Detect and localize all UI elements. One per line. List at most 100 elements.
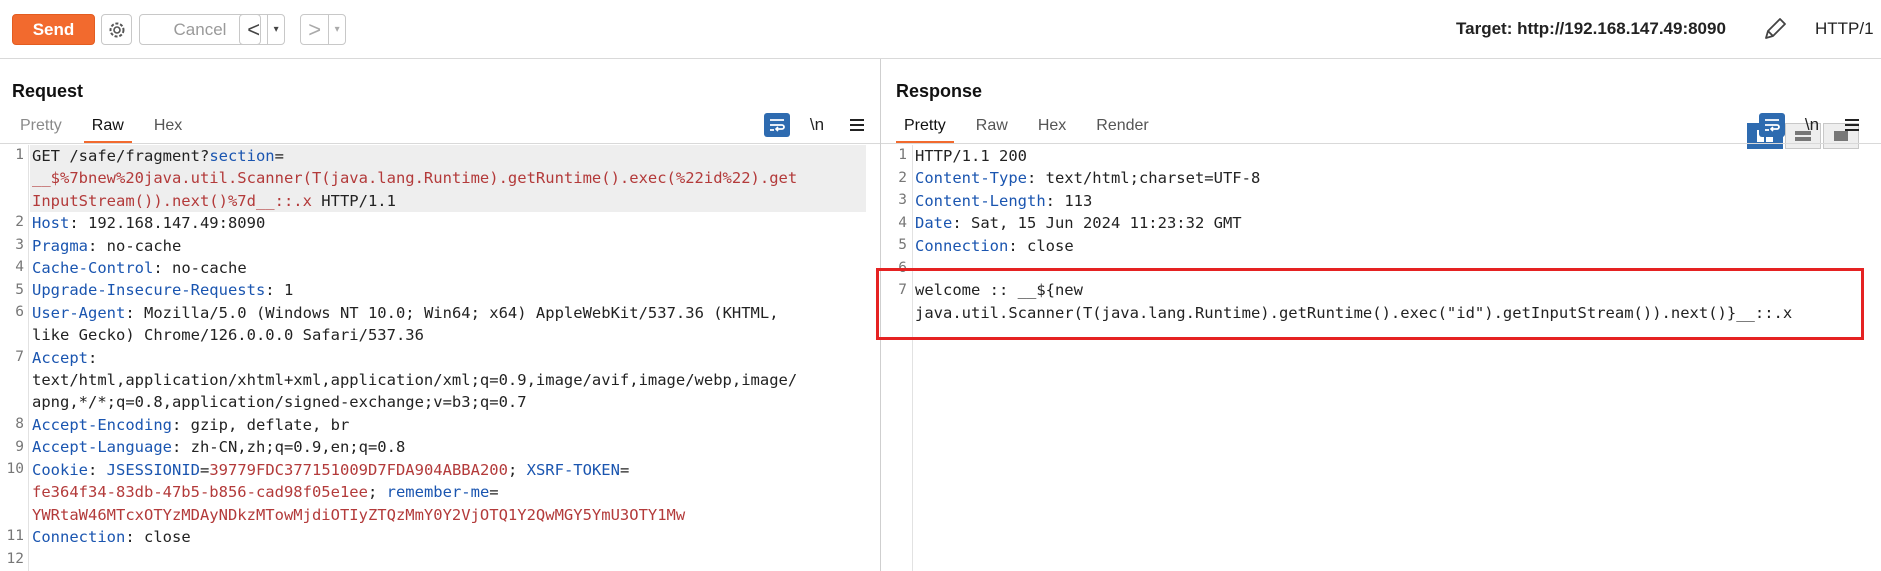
cookie-separator: ; [367, 483, 387, 502]
request-line-text: HTTP/1.1 [311, 191, 396, 210]
line-number: 6 [15, 304, 24, 320]
line-number: 5 [898, 237, 907, 253]
response-tabs: Pretty Raw Hex Render [896, 113, 1171, 144]
response-tab-render[interactable]: Render [1088, 113, 1156, 141]
header-value: : 113 [1045, 191, 1093, 210]
header-value: : Sat, 15 Jun 2024 11:23:32 GMT [952, 214, 1242, 233]
line-number: 4 [898, 215, 907, 231]
line-number: 8 [15, 416, 24, 432]
response-title: Response [896, 81, 983, 101]
line-number: 4 [15, 259, 24, 275]
status-line: HTTP/1.1 200 [915, 147, 1027, 165]
request-editor-tools: \n [764, 113, 870, 137]
cookie-value: YWRtaW46MTcxOTYzMDAyNDkzMTowMjdiOTIyZTQz… [32, 505, 686, 524]
header-value: : zh-CN,zh;q=0.9,en;q=0.8 [171, 438, 406, 457]
header-value: : close [1008, 236, 1074, 255]
request-tab-pretty[interactable]: Pretty [12, 113, 70, 141]
response-newline-toggle[interactable]: \n [1799, 113, 1825, 137]
header-value: : 192.168.147.49:8090 [69, 214, 266, 233]
header-name: Pragma [32, 236, 88, 255]
cookie-name: XSRF-TOKEN [526, 460, 620, 479]
header-value: : close [125, 527, 191, 546]
cookie-value: 39779FDC377151009D7FDA904ABBA200 [209, 460, 508, 479]
cookie-name: JSESSIONID [106, 460, 200, 479]
line-number: 3 [15, 237, 24, 253]
request-editor[interactable]: 1 2 3 4 5 6 7 8 9 10 11 12 GET /safe/fra… [0, 145, 880, 571]
settings-gear-icon [109, 22, 124, 37]
cookie-separator: ; [507, 460, 527, 479]
request-code: GET /safe/fragment?section = __$%7bnew%20… [32, 145, 797, 548]
header-value: : text/html;charset=UTF-8 [1026, 169, 1261, 188]
line-number: 1 [15, 147, 24, 163]
response-word-wrap-button[interactable] [1759, 113, 1785, 137]
cookie-equals: = [619, 460, 630, 479]
line-number: 10 [6, 461, 24, 477]
request-menu-button[interactable] [844, 113, 870, 137]
cookie-equals: = [200, 460, 210, 479]
line-number: 5 [15, 282, 24, 298]
top-toolbar: Send Cancel < ▾ > ▾ Target: http://192.1… [0, 0, 1881, 59]
header-value: : no-cache [153, 259, 247, 278]
line-number: 3 [898, 192, 907, 208]
line-number: 12 [6, 551, 24, 567]
header-value: apng,*/*;q=0.8,application/signed-exchan… [32, 393, 527, 412]
line-number: 9 [15, 439, 24, 455]
response-tab-raw[interactable]: Raw [968, 113, 1016, 141]
request-newline-toggle[interactable]: \n [804, 113, 830, 137]
line-number: 1 [898, 147, 907, 163]
header-name: Upgrade-Insecure-Requests [32, 281, 266, 300]
request-word-wrap-button[interactable] [764, 113, 790, 137]
back-history-dropdown[interactable]: ▾ [267, 15, 284, 44]
header-value: text/html,application/xhtml+xml,applicat… [32, 371, 798, 390]
header-name: Connection [32, 527, 126, 546]
forward-history-dropdown[interactable]: ▾ [328, 15, 345, 44]
header-value: like Gecko) Chrome/126.0.0.0 Safari/537.… [32, 326, 424, 345]
header-value: : no-cache [88, 236, 182, 255]
param-name: section [209, 147, 275, 165]
request-pane: Request Pretty Raw Hex \n 1 2 3 4 5 6 7 … [0, 59, 881, 571]
header-value: : Mozilla/5.0 (Windows NT 10.0; Win64; x… [125, 303, 779, 322]
edit-target-button[interactable] [1760, 14, 1790, 44]
line-number: 7 [15, 349, 24, 365]
settings-button[interactable] [101, 14, 132, 45]
header-name: Cookie [32, 460, 88, 479]
response-menu-button[interactable] [1839, 113, 1865, 137]
line-number: 2 [15, 214, 24, 230]
response-tab-hex[interactable]: Hex [1030, 113, 1074, 141]
cookie-value: fe364f34-83db-47b5-b856-cad98f05e1ee [32, 483, 368, 502]
header-name: Accept [32, 348, 88, 367]
back-button[interactable]: < [240, 15, 267, 44]
header-value: : 1 [265, 281, 294, 300]
forward-button[interactable]: > [301, 15, 328, 44]
param-value: __$%7bnew%20java.util.Scanner(T(java.lan… [32, 169, 798, 188]
request-tab-divider [0, 143, 880, 144]
word-wrap-icon [770, 119, 785, 132]
header-name: User-Agent [32, 303, 126, 322]
response-gutter [881, 145, 913, 571]
response-editor-tools: \n [1759, 113, 1865, 137]
header-value: : [88, 460, 107, 479]
line-number: 11 [6, 528, 24, 544]
request-line-text: GET /safe/fragment? [32, 147, 210, 165]
header-name: Content-Length [915, 191, 1046, 210]
header-name: Connection [915, 236, 1009, 255]
menu-icon [850, 119, 864, 131]
request-tab-raw[interactable]: Raw [83, 113, 132, 144]
header-name: Host [32, 214, 70, 233]
header-value: : [88, 348, 98, 367]
send-button[interactable]: Send [12, 14, 95, 45]
header-name: Cache-Control [32, 259, 154, 278]
forward-nav-group: > ▾ [300, 14, 346, 45]
response-tab-divider [881, 143, 1881, 144]
request-tabs: Pretty Raw Hex [12, 113, 204, 144]
header-name: Accept-Encoding [32, 415, 172, 434]
header-name: Date [915, 214, 953, 233]
response-tab-pretty[interactable]: Pretty [896, 113, 954, 144]
menu-icon [1845, 119, 1859, 131]
request-tab-hex[interactable]: Hex [146, 113, 190, 141]
header-name: Content-Type [915, 169, 1027, 188]
response-editor[interactable]: 1 2 3 4 5 6 7 HTTP/1.1 200 Content-Type:… [881, 145, 1881, 571]
cookie-equals: = [489, 483, 499, 502]
back-nav-group: < ▾ [239, 14, 285, 45]
http-version-selector[interactable]: HTTP/1 [1815, 19, 1874, 39]
